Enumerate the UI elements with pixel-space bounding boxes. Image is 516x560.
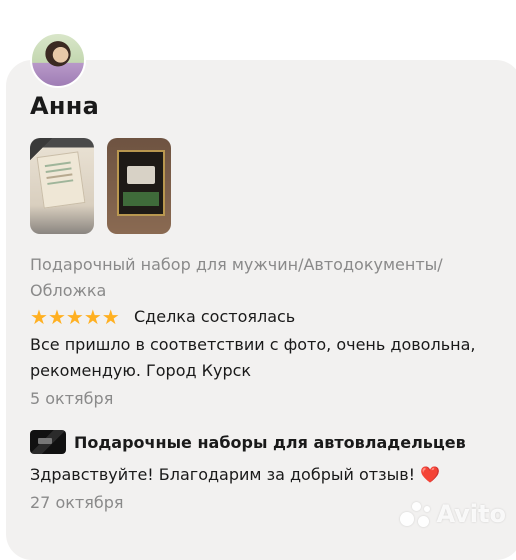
review-date: 5 октября [30,389,114,408]
rating-stars: ★ ★ ★ ★ ★ [30,306,120,328]
avatar[interactable] [30,32,86,88]
star-icon: ★ [47,305,66,329]
star-icon: ★ [30,305,48,329]
seller-name[interactable]: Подарочные наборы для автовладельцев [74,433,466,452]
deal-status: Сделка состоялась [134,307,296,326]
review-text: Все пришло в соответствии с фото, очень … [30,335,476,380]
heart-icon: ❤️ [420,465,441,484]
avito-logo-icon [398,500,432,528]
seller-logo[interactable] [30,430,66,454]
review-photo-2[interactable] [107,138,171,234]
item-category[interactable]: Подарочный набор для мужчин/Автодокумент… [30,252,500,304]
reply-text: Здравствуйте! Благодарим за добрый отзыв… [30,465,416,484]
star-icon: ★ [101,305,120,329]
avito-watermark: Avito [398,500,506,528]
star-icon: ★ [83,305,102,329]
reply-date: 27 октября [30,493,124,512]
star-icon: ★ [65,305,84,329]
author-name[interactable]: Анна [30,92,99,120]
seller-reply-header[interactable]: Подарочные наборы для автовладельцев [30,430,466,454]
review-photo-1[interactable] [30,138,94,234]
reply-text-line: Здравствуйте! Благодарим за добрый отзыв… [30,462,440,488]
watermark-text: Avito [436,500,506,528]
